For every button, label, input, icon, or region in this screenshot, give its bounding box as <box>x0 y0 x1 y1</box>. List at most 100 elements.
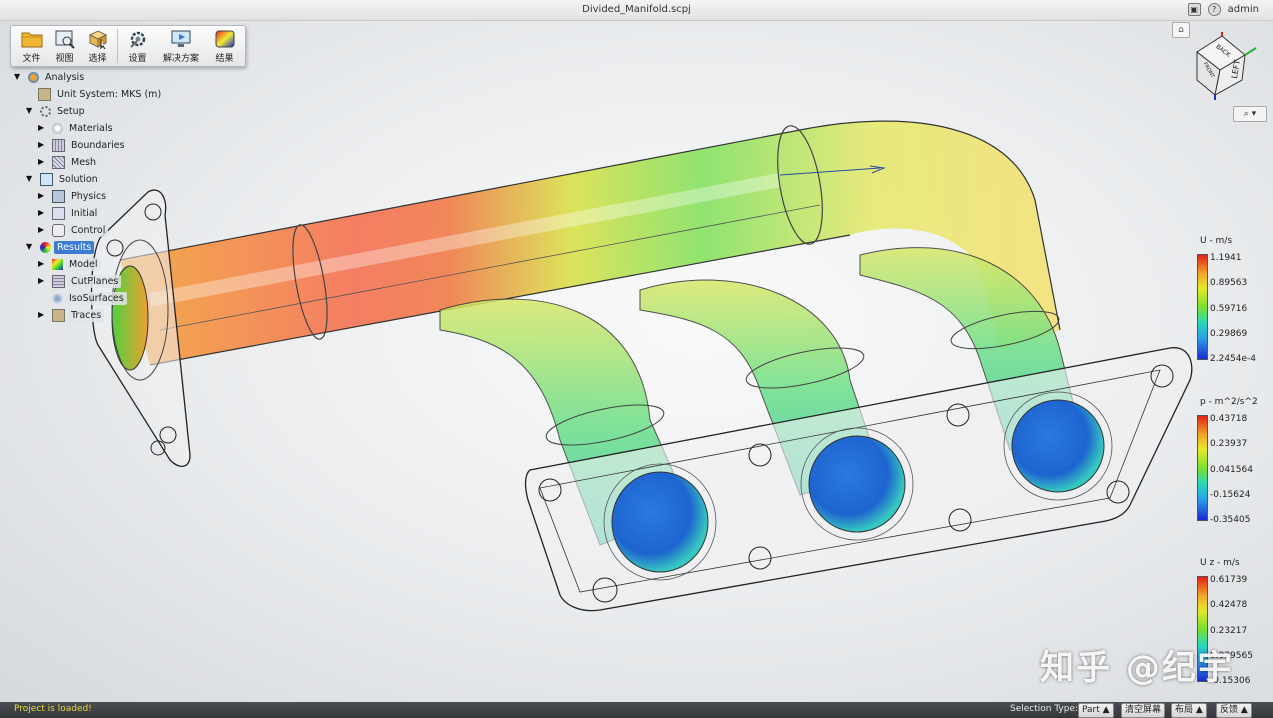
fullscreen-icon[interactable]: ▣ <box>1187 3 1201 16</box>
chevron-up-icon: ▲ <box>1195 705 1203 715</box>
clear-screen-label: 清空屏幕 <box>1125 705 1162 715</box>
folder-icon <box>21 32 42 48</box>
select-icon <box>88 30 107 49</box>
setup-gear-icon <box>40 105 51 117</box>
control-icon <box>52 223 65 237</box>
selection-type-label: Selection Type: <box>1010 704 1079 714</box>
legend-tick: 0.42478 <box>1210 600 1248 610</box>
tree-node-mesh[interactable]: ▶ Mesh <box>38 155 100 169</box>
tree-node-cutplanes[interactable]: ▶ CutPlanes <box>38 274 122 288</box>
tree-node-materials[interactable]: ▶ Materials <box>38 121 116 135</box>
feedback-dropdown[interactable]: 反馈 ▲ <box>1216 703 1252 718</box>
window-title: Divided_Manifold.scpj <box>582 4 691 15</box>
expand-arrow-icon[interactable]: ▶ <box>38 192 46 200</box>
chevron-up-icon: ▲ <box>1102 705 1110 715</box>
color-bar <box>1197 254 1208 360</box>
analysis-icon <box>28 71 39 83</box>
tree-node-control[interactable]: ▶ Control <box>38 223 109 237</box>
tree-node-initial[interactable]: ▶ Initial <box>38 206 101 220</box>
file-button[interactable]: 文件 <box>15 26 48 66</box>
layout-dropdown[interactable]: 布局 ▲ <box>1171 703 1207 718</box>
tree-node-solution[interactable]: ▼ Solution <box>26 172 101 186</box>
results-icon <box>40 241 51 253</box>
selection-type-value: Part <box>1082 705 1100 715</box>
chevron-up-icon: ▲ <box>1240 705 1248 715</box>
view-cube[interactable]: LEFT BACK FRONT <box>1196 32 1257 100</box>
expand-arrow-icon[interactable]: ▶ <box>38 260 46 268</box>
tree-node-analysis[interactable]: ▼ Analysis <box>14 70 87 84</box>
main-toolbar: 文件 视图 选择 设置 解决方案 结果 <box>10 25 246 67</box>
initial-icon <box>52 206 65 220</box>
collapse-arrow-icon[interactable]: ▼ <box>26 243 34 251</box>
legend-tick: 0.59716 <box>1210 304 1248 314</box>
collapse-arrow-icon[interactable]: ▼ <box>26 107 34 115</box>
legend-tick: 2.2454e-4 <box>1210 354 1257 364</box>
tree-node-model[interactable]: ▶ Model <box>38 257 101 271</box>
tree-node-setup[interactable]: ▼ Setup <box>26 104 88 118</box>
legend-tick: 1.1941 <box>1210 253 1242 263</box>
expand-arrow-icon[interactable]: ▶ <box>38 226 46 234</box>
color-bar <box>1197 415 1208 521</box>
layout-label: 布局 <box>1175 705 1194 715</box>
select-button[interactable]: 选择 <box>81 26 114 66</box>
solution-button[interactable]: 解决方案 <box>154 26 208 66</box>
results-icon <box>215 30 234 48</box>
feedback-label: 反馈 <box>1220 705 1239 715</box>
traces-icon <box>52 308 65 322</box>
selection-type-dropdown[interactable]: Part ▲ <box>1078 703 1114 718</box>
view-button[interactable]: 视图 <box>48 26 81 66</box>
expand-arrow-icon[interactable]: ▶ <box>38 141 46 149</box>
collapse-arrow-icon[interactable]: ▼ <box>14 73 22 81</box>
home-view-button[interactable]: ⌂ <box>1172 22 1190 38</box>
clear-screen-button[interactable]: 清空屏幕 <box>1121 703 1166 718</box>
title-bar-controls: ▣ ? admin <box>1187 3 1259 16</box>
legend-tick: -0.35405 <box>1210 515 1251 525</box>
legend-tick: -0.15624 <box>1210 490 1251 500</box>
app-window: Divided_Manifold.scpj ▣ ? admin LEFT BAC… <box>0 0 1273 718</box>
settings-button[interactable]: 设置 <box>121 26 154 66</box>
materials-icon <box>52 122 63 134</box>
solution-monitor-icon <box>171 30 191 47</box>
view-icon <box>55 30 75 49</box>
expand-arrow-icon[interactable]: ▶ <box>38 124 46 132</box>
help-icon[interactable]: ? <box>1207 3 1221 16</box>
status-bar: Project is loaded! Selection Type: Part … <box>0 702 1273 718</box>
legend-tick: 0.23217 <box>1210 626 1248 636</box>
tree-node-physics[interactable]: ▶ Physics <box>38 189 110 203</box>
zoom-dropdown-button[interactable]: ⌕ ▾ <box>1233 106 1267 122</box>
model-icon <box>52 258 63 270</box>
tree-node-unit-system[interactable]: Unit System: MKS (m) <box>38 87 165 101</box>
settings-gear-icon <box>129 31 145 48</box>
boundaries-icon <box>52 138 65 152</box>
isosurfaces-icon <box>52 292 63 304</box>
3d-viewport[interactable]: LEFT BACK FRONT <box>0 20 1273 702</box>
tree-node-results[interactable]: ▼ Results <box>26 240 95 254</box>
legend-tick: 0.041564 <box>1210 465 1253 475</box>
legend-tick: 0.29869 <box>1210 329 1248 339</box>
toolbar-separator <box>117 29 118 63</box>
legend-tick: 0.61739 <box>1210 575 1248 585</box>
expand-arrow-icon[interactable]: ▶ <box>38 311 46 319</box>
physics-icon <box>52 189 65 203</box>
expand-arrow-icon[interactable]: ▶ <box>38 158 46 166</box>
title-bar: Divided_Manifold.scpj ▣ ? admin <box>0 0 1273 21</box>
legend-tick: 0.43718 <box>1210 414 1248 424</box>
results-button[interactable]: 结果 <box>208 26 241 66</box>
user-name[interactable]: admin <box>1228 4 1259 15</box>
status-message: Project is loaded! <box>14 704 92 714</box>
legend-title: U - m/s <box>1200 236 1233 246</box>
ruler-icon <box>38 87 51 101</box>
legend-tick: 0.23937 <box>1210 439 1248 449</box>
tree-node-isosurfaces[interactable]: IsoSurfaces <box>52 291 127 305</box>
legend-title: U z - m/s <box>1200 558 1240 568</box>
expand-arrow-icon[interactable]: ▶ <box>38 277 46 285</box>
expand-arrow-icon[interactable]: ▶ <box>38 209 46 217</box>
tree-node-traces[interactable]: ▶ Traces <box>38 308 105 322</box>
legend-title: p - m^2/s^2 <box>1200 397 1258 407</box>
mesh-icon <box>52 155 65 169</box>
watermark: 知乎 @纪宇 <box>1040 648 1234 688</box>
collapse-arrow-icon[interactable]: ▼ <box>26 175 34 183</box>
legend-tick: 0.89563 <box>1210 278 1248 288</box>
tree-node-boundaries[interactable]: ▶ Boundaries <box>38 138 128 152</box>
cutplanes-icon <box>52 274 65 288</box>
